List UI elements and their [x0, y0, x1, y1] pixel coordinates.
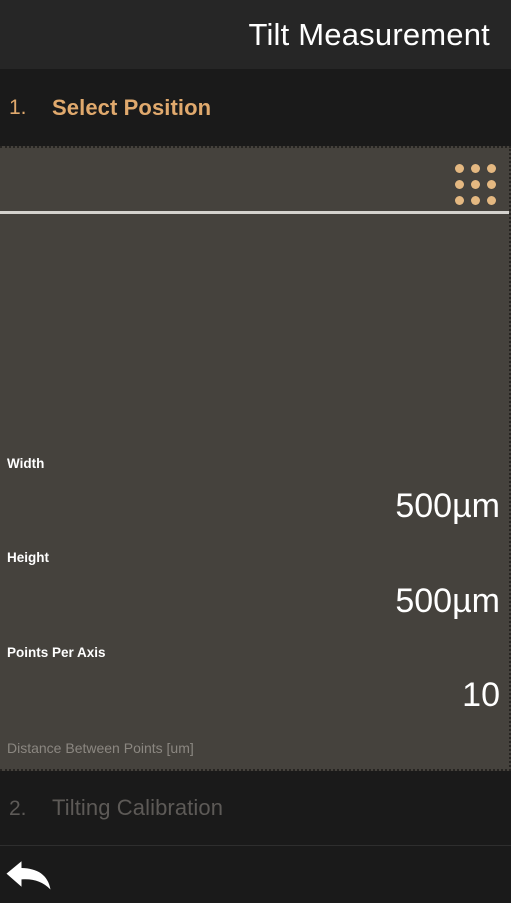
field-label-width: Width [7, 456, 45, 471]
grid-dot [487, 164, 496, 173]
page-title: Tilt Measurement [248, 17, 490, 52]
field-label-height: Height [7, 550, 49, 565]
step-label: Tilting Calibration [52, 795, 224, 820]
grid-dot [471, 180, 480, 189]
select-position-panel: Width 500µm Height 500µm Points Per Axis… [0, 146, 511, 771]
grid-dot [471, 196, 480, 205]
field-label-distance-between-points: Distance Between Points [um] [7, 740, 194, 756]
grid-dot [455, 180, 464, 189]
field-value-points-per-axis[interactable]: 10 [462, 678, 500, 712]
back-arrow-icon [6, 860, 51, 889]
step-number: 2. [9, 796, 27, 820]
field-value-height[interactable]: 500µm [395, 584, 500, 618]
field-value-width[interactable]: 500µm [395, 489, 500, 523]
step-number: 1. [9, 96, 27, 119]
back-button[interactable] [5, 855, 57, 895]
step-label: Select Position [52, 94, 212, 120]
position-selector-strip[interactable] [0, 148, 509, 214]
bottom-bar [0, 846, 511, 903]
grid-dot [455, 196, 464, 205]
step-header-select-position[interactable]: 1. Select Position [0, 69, 511, 146]
grid-dot [487, 180, 496, 189]
grid-dot [487, 196, 496, 205]
tilt-measurement-dialog: Tilt Measurement 1. Select Position Widt… [0, 0, 511, 903]
grid-3x3-dots-icon[interactable] [455, 164, 496, 205]
grid-dot [471, 164, 480, 173]
step-header-tilting-calibration[interactable]: 2. Tilting Calibration [0, 771, 511, 846]
window-header: Tilt Measurement [0, 0, 511, 69]
grid-dot [455, 164, 464, 173]
field-label-points-per-axis: Points Per Axis [7, 645, 106, 660]
